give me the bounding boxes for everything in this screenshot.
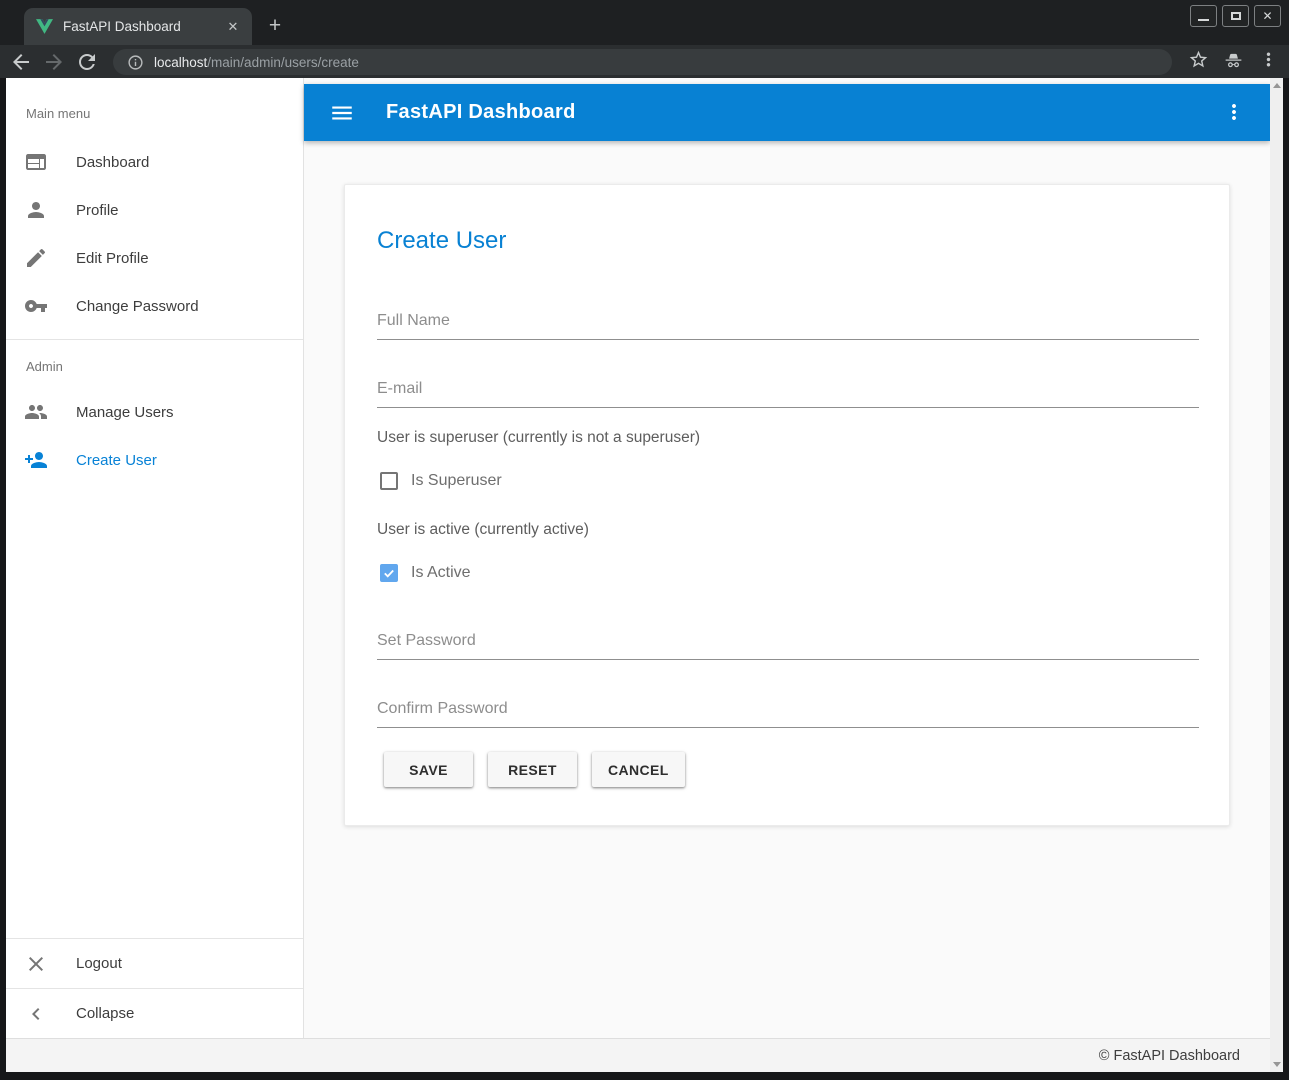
sidebar-item-profile[interactable]: Profile — [6, 186, 303, 234]
page-viewport: Main menu Dashboard Profile Edit Profile… — [6, 78, 1283, 1072]
key-icon — [24, 294, 48, 318]
page-footer: © FastAPI Dashboard — [6, 1038, 1270, 1072]
set-password-field[interactable]: Set Password — [377, 631, 1199, 660]
close-x-icon — [24, 952, 48, 976]
checkbox-checked-icon[interactable] — [380, 564, 398, 582]
scrollbar-down-arrow-icon[interactable] — [1273, 1062, 1281, 1067]
is-active-label: Is Active — [411, 564, 471, 582]
appbar: FastAPI Dashboard — [304, 84, 1270, 141]
browser-toolbar: localhost/main/admin/users/create — [0, 45, 1289, 78]
browser-tabstrip: FastAPI Dashboard ✕ + ✕ — [0, 0, 1289, 45]
sidebar-item-label: Dashboard — [76, 154, 149, 171]
minimize-icon — [1198, 19, 1209, 21]
input-underline — [377, 339, 1199, 340]
sidebar-item-create-user[interactable]: Create User — [6, 436, 303, 484]
dashboard-web-icon — [24, 150, 48, 174]
page-scrollbar[interactable] — [1270, 78, 1283, 1072]
sidebar-item-edit-profile[interactable]: Edit Profile — [6, 234, 303, 282]
checkbox-unchecked-icon[interactable] — [380, 472, 398, 490]
page-title: Create User — [377, 227, 506, 255]
hamburger-menu-icon[interactable] — [329, 100, 355, 126]
browser-tab[interactable]: FastAPI Dashboard ✕ — [24, 8, 252, 45]
is-active-checkbox-row[interactable]: Is Active — [380, 564, 471, 582]
appbar-title: FastAPI Dashboard — [386, 101, 576, 124]
set-password-placeholder: Set Password — [377, 631, 1199, 651]
close-icon: ✕ — [1262, 9, 1272, 23]
active-hint: User is active (currently active) — [377, 521, 589, 539]
email-field[interactable]: E-mail — [377, 379, 1199, 408]
appbar-kebab-icon[interactable] — [1222, 100, 1246, 124]
full-name-placeholder: Full Name — [377, 311, 1199, 331]
sidebar-item-label: Edit Profile — [76, 250, 149, 267]
main-content: FastAPI Dashboard Create User Full Name … — [304, 78, 1270, 1038]
sidebar-item-label: Profile — [76, 202, 119, 219]
vue-favicon-icon — [36, 19, 53, 34]
sidebar-item-label: Collapse — [76, 1005, 134, 1022]
copyright-text: © FastAPI Dashboard — [1099, 1048, 1240, 1064]
window-maximize-button[interactable] — [1222, 5, 1249, 27]
is-superuser-label: Is Superuser — [411, 472, 502, 490]
sidebar-section-label-main-menu: Main menu — [26, 104, 303, 124]
tab-title: FastAPI Dashboard — [63, 19, 224, 34]
forward-icon[interactable] — [42, 50, 66, 74]
sidebar-item-label: Logout — [76, 955, 122, 972]
chevron-left-icon — [24, 1002, 48, 1026]
sidebar: Main menu Dashboard Profile Edit Profile… — [6, 78, 304, 1038]
new-tab-button[interactable]: + — [262, 13, 288, 39]
confirm-password-field[interactable]: Confirm Password — [377, 699, 1199, 728]
group-icon — [24, 400, 48, 424]
back-icon[interactable] — [9, 50, 33, 74]
pencil-icon — [24, 246, 48, 270]
sidebar-item-label: Change Password — [76, 298, 199, 315]
sidebar-item-manage-users[interactable]: Manage Users — [6, 388, 303, 436]
full-name-field[interactable]: Full Name — [377, 311, 1199, 340]
email-placeholder: E-mail — [377, 379, 1199, 399]
input-underline — [377, 407, 1199, 408]
sidebar-item-dashboard[interactable]: Dashboard — [6, 138, 303, 186]
sidebar-item-change-password[interactable]: Change Password — [6, 282, 303, 330]
maximize-icon — [1231, 12, 1241, 20]
sidebar-item-collapse[interactable]: Collapse — [6, 988, 303, 1038]
sidebar-divider — [6, 339, 303, 340]
person-icon — [24, 198, 48, 222]
sidebar-item-logout[interactable]: Logout — [6, 938, 303, 988]
bookmark-star-icon[interactable] — [1188, 49, 1209, 70]
confirm-password-placeholder: Confirm Password — [377, 699, 1199, 719]
url-path: /main/admin/users/create — [207, 55, 359, 70]
create-user-card: Create User Full Name E-mail User is sup… — [344, 184, 1230, 826]
sidebar-item-label: Create User — [76, 452, 157, 469]
reset-button[interactable]: RESET — [488, 752, 577, 787]
superuser-hint: User is superuser (currently is not a su… — [377, 429, 700, 447]
window-minimize-button[interactable] — [1190, 5, 1217, 27]
input-underline — [377, 727, 1199, 728]
incognito-icon — [1223, 49, 1244, 70]
save-button[interactable]: SAVE — [384, 752, 473, 787]
sidebar-section-label-admin: Admin — [26, 357, 303, 377]
site-info-icon[interactable] — [127, 54, 144, 71]
cancel-button[interactable]: CANCEL — [592, 752, 685, 787]
person-add-icon — [24, 448, 48, 472]
window-close-button[interactable]: ✕ — [1254, 5, 1281, 27]
url-host: localhost — [154, 55, 207, 70]
tab-close-icon[interactable]: ✕ — [224, 18, 242, 36]
input-underline — [377, 659, 1199, 660]
sidebar-item-label: Manage Users — [76, 404, 174, 421]
form-buttons: SAVE RESET CANCEL — [384, 752, 685, 787]
address-bar[interactable]: localhost/main/admin/users/create — [113, 49, 1172, 75]
reload-icon[interactable] — [75, 50, 99, 74]
scrollbar-up-arrow-icon[interactable] — [1273, 83, 1281, 88]
url-text: localhost/main/admin/users/create — [154, 55, 359, 70]
browser-menu-kebab-icon[interactable] — [1258, 49, 1279, 70]
is-superuser-checkbox-row[interactable]: Is Superuser — [380, 472, 502, 490]
